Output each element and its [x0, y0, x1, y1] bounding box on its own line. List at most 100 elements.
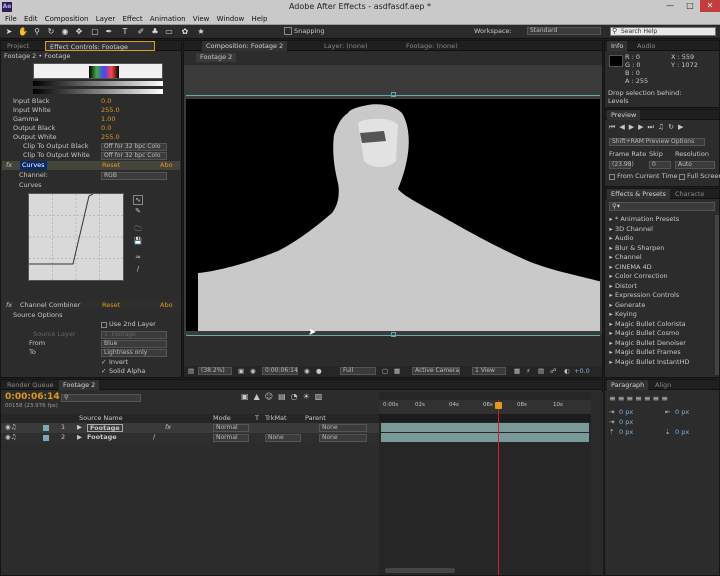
align-right-icon[interactable]: ≡ — [626, 394, 635, 403]
prev-frame-icon[interactable]: ◀ — [619, 123, 628, 131]
tab-effects-presets[interactable]: Effects & Presets — [607, 189, 670, 199]
open-curve-icon[interactable]: 🗀 — [133, 225, 143, 235]
tab-footage-2-timeline[interactable]: Footage 2 — [59, 380, 100, 390]
list-item[interactable]: ▸ * Animation Presets — [607, 215, 679, 225]
justify-left-icon[interactable]: ≡ — [635, 394, 644, 403]
list-item[interactable]: ▸ Channel — [607, 253, 641, 263]
input-white-value[interactable]: 255.0 — [101, 106, 120, 115]
audio-icon[interactable]: ♫ — [658, 123, 668, 131]
curves-reset-button[interactable]: Reset — [102, 161, 120, 170]
list-item[interactable]: ▸ Expression Controls — [607, 291, 679, 301]
exposure-value[interactable]: +0.0 — [574, 367, 590, 376]
menu-window[interactable]: Window — [217, 14, 245, 25]
visibility-icon[interactable]: ◉♫ — [5, 423, 17, 432]
work-area-bar[interactable] — [379, 414, 591, 422]
reset-curve-icon[interactable]: ∕ — [133, 265, 143, 275]
effects-search-input[interactable]: ⚲▾ — [609, 202, 715, 211]
layer-name[interactable]: Footage — [87, 424, 123, 432]
list-item[interactable]: ▸ Blur & Sharpen — [607, 244, 664, 254]
comp-viewer[interactable] — [186, 99, 600, 331]
channel-select[interactable]: RGB — [101, 172, 167, 180]
tab-character[interactable]: Characte — [671, 189, 708, 199]
brush-tool-icon[interactable]: ✐ — [136, 27, 146, 37]
camera-tool-icon[interactable]: ◉ — [60, 27, 70, 37]
space-before-value[interactable]: 0 px — [619, 428, 633, 437]
invert-checkbox[interactable]: ✓ — [101, 358, 106, 367]
pen-tool-icon[interactable]: ✒ — [104, 27, 114, 37]
curves-graph[interactable] — [28, 193, 124, 281]
list-item[interactable]: ▸ Generate — [607, 301, 645, 311]
layer-mode-select[interactable]: Normal — [213, 424, 249, 432]
output-black-value[interactable]: 0.0 — [101, 124, 111, 133]
view-layout-select[interactable]: 1 View — [472, 367, 506, 375]
region-of-interest-icon[interactable]: ▢ — [382, 367, 388, 376]
play-icon[interactable]: ▶ — [629, 123, 638, 131]
clip-white-select[interactable]: Off for 32 bpc Colo — [101, 152, 167, 160]
combiner-reset-button[interactable]: Reset — [102, 301, 120, 310]
justify-right-icon[interactable]: ≡ — [653, 394, 662, 403]
list-item[interactable]: ▸ Distort — [607, 282, 637, 292]
solid-alpha-checkbox[interactable]: ✓ — [101, 367, 106, 376]
close-button[interactable]: ✕ — [700, 0, 720, 12]
minimize-button[interactable]: — — [660, 0, 680, 12]
menu-help[interactable]: Help — [251, 14, 267, 25]
gamma-value[interactable]: 1.00 — [101, 115, 115, 124]
timeline-current-time[interactable]: 0:00:06:14 — [5, 392, 60, 402]
current-time-field[interactable]: 0:00:06:14 — [262, 367, 298, 375]
roto-brush-tool-icon[interactable]: ✿ — [180, 27, 190, 37]
menu-animation[interactable]: Animation — [150, 14, 186, 25]
visibility-icon[interactable]: ◉♫ — [5, 433, 17, 442]
source-layer-select[interactable]: 1. Footage — [101, 331, 167, 339]
timeline-tracks[interactable]: 0:00s 02s 04s 06s 08s 10s — [379, 392, 591, 575]
rotate-tool-icon[interactable]: ↻ — [46, 27, 56, 37]
full-screen-checkbox[interactable] — [679, 174, 685, 180]
toggle-pixel-aspect-icon[interactable]: ▦ — [514, 367, 520, 376]
output-white-value[interactable]: 255.0 — [101, 133, 120, 142]
indent-left-value[interactable]: 0 px — [619, 408, 633, 417]
channel-color-icon[interactable]: ● — [316, 367, 322, 376]
pan-behind-tool-icon[interactable]: ✥ — [74, 27, 84, 37]
last-frame-icon[interactable]: ⏭ — [647, 123, 657, 131]
tab-audio[interactable]: Audio — [633, 41, 659, 51]
tab-preview[interactable]: Preview — [607, 110, 641, 120]
motion-blur-icon[interactable]: ◔ — [291, 392, 303, 401]
col-mode[interactable]: Mode — [213, 414, 231, 423]
tab-project[interactable]: Project — [3, 41, 33, 51]
exposure-icon[interactable]: ◐ — [564, 367, 570, 376]
pencil-tool-icon[interactable]: ✎ — [133, 207, 143, 217]
curves-about-button[interactable]: Abo — [160, 161, 173, 170]
type-tool-icon[interactable]: T — [120, 27, 130, 37]
bottom-handle[interactable] — [391, 332, 396, 337]
from-select[interactable]: Blue — [101, 340, 167, 348]
rectangle-tool-icon[interactable]: ▢ — [90, 27, 100, 37]
layer-name[interactable]: Footage — [87, 433, 117, 442]
justify-center-icon[interactable]: ≡ — [644, 394, 653, 403]
timeline-icon[interactable]: ▤ — [538, 367, 544, 376]
top-handle[interactable] — [391, 92, 396, 97]
camera-snapshot-icon[interactable]: ◉ — [304, 367, 310, 376]
magnification-select[interactable]: (38.2%) — [198, 367, 232, 375]
list-item[interactable]: ▸ Audio — [607, 234, 633, 244]
timeline-search-input[interactable]: ⚲ — [61, 394, 141, 402]
camera-view-select[interactable]: Active Camera — [412, 367, 460, 375]
list-item[interactable]: ▸ Magic Bullet Frames — [607, 348, 680, 358]
draft-3d-icon[interactable]: ▲ — [254, 392, 265, 401]
list-item[interactable]: ▸ 3D Channel — [607, 225, 653, 235]
col-trkmat[interactable]: TrkMat — [265, 414, 287, 423]
to-select[interactable]: Lightness only — [101, 349, 167, 357]
comp-subtab[interactable]: Footage 2 — [196, 53, 237, 62]
list-item[interactable]: ▸ Magic Bullet Colorista — [607, 320, 685, 330]
list-item[interactable]: ▸ Magic Bullet Denoiser — [607, 339, 686, 349]
list-item[interactable]: ▸ CINEMA 4D — [607, 263, 651, 273]
combiner-about-button[interactable]: Abo — [160, 301, 173, 310]
frame-blending-icon[interactable]: ▤ — [278, 392, 291, 401]
tab-composition[interactable]: Composition: Footage 2 — [202, 41, 288, 51]
curves-header[interactable]: fx Curves Reset Abo — [2, 161, 180, 170]
snapping-checkbox[interactable] — [284, 27, 292, 35]
align-left-icon[interactable]: ≡ — [609, 394, 618, 403]
layer-parent-select[interactable]: None — [319, 434, 367, 442]
table-row[interactable]: ◉♫ 1 ▶ Footage fx Normal None — [1, 423, 379, 433]
ram-preview-icon[interactable]: ▶ — [678, 123, 687, 131]
menu-effect[interactable]: Effect — [122, 14, 142, 25]
effects-scrollbar[interactable] — [715, 215, 719, 375]
